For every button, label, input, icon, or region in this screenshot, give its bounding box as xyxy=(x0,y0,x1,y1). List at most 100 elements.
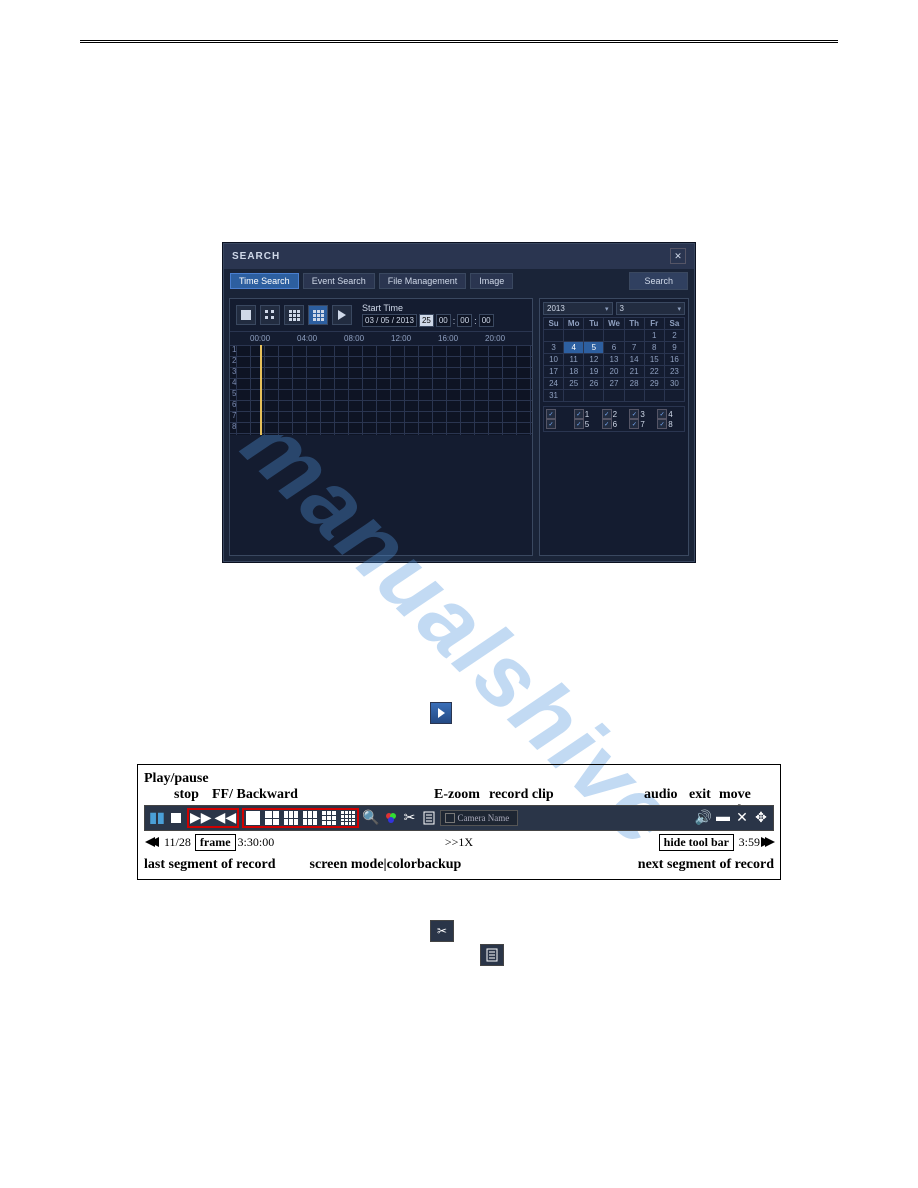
inline-play-icon[interactable] xyxy=(430,702,452,724)
backup-icon[interactable] xyxy=(421,810,437,826)
calendar-day[interactable]: 21 xyxy=(624,366,644,378)
prev-segment-icon[interactable] xyxy=(144,834,160,850)
tab-time-search[interactable]: Time Search xyxy=(230,273,299,289)
calendar-day[interactable]: 27 xyxy=(604,378,624,390)
calendar-day[interactable]: 11 xyxy=(564,354,584,366)
year-select[interactable]: 2013 xyxy=(543,302,613,315)
calendar-day[interactable]: 6 xyxy=(604,342,624,354)
minute-box[interactable]: 00 xyxy=(457,314,472,327)
calendar-day[interactable]: 15 xyxy=(644,354,664,366)
timeline-grid[interactable]: 1 2 3 4 5 6 7 8 xyxy=(230,345,532,435)
calendar-day[interactable] xyxy=(624,330,644,342)
check-ch6[interactable]: ✓6 xyxy=(602,419,627,429)
screen-9-icon[interactable] xyxy=(321,810,337,826)
hour-label: 20:00 xyxy=(485,334,532,343)
pause-icon[interactable]: ▮▮ xyxy=(149,810,165,826)
screen-8-icon[interactable] xyxy=(302,810,318,826)
calendar-day[interactable]: 8 xyxy=(644,342,664,354)
check-ch2[interactable]: ✓2 xyxy=(602,409,627,419)
calendar-day[interactable]: 10 xyxy=(544,354,564,366)
tab-event-search[interactable]: Event Search xyxy=(303,273,375,289)
check-ch5[interactable]: ✓5 xyxy=(574,419,599,429)
calendar-day[interactable]: 13 xyxy=(604,354,624,366)
hide-toolbar-icon[interactable]: ▬ xyxy=(715,810,731,826)
fast-forward-icon[interactable]: ▶▶ xyxy=(190,810,212,826)
screen-1-icon[interactable] xyxy=(245,810,261,826)
check-ch1[interactable]: ✓1 xyxy=(574,409,599,419)
calendar-day[interactable]: 20 xyxy=(604,366,624,378)
view-4x4-button[interactable] xyxy=(308,305,328,325)
calendar-day[interactable]: 7 xyxy=(624,342,644,354)
ezoom-icon[interactable]: 🔍 xyxy=(362,810,379,826)
calendar-day[interactable]: 26 xyxy=(584,378,604,390)
view-2x2-button[interactable] xyxy=(260,305,280,325)
calendar-day[interactable]: 18 xyxy=(564,366,584,378)
calendar-day[interactable] xyxy=(604,390,624,402)
exit-icon[interactable]: ✕ xyxy=(734,810,750,826)
calendar-day[interactable]: 3 xyxy=(544,342,564,354)
second-box[interactable]: 00 xyxy=(479,314,494,327)
check-all-row1[interactable]: ✓ xyxy=(546,409,571,419)
calendar-day[interactable]: 5 xyxy=(584,342,604,354)
calendar-day[interactable]: 12 xyxy=(584,354,604,366)
calendar-day[interactable]: 2 xyxy=(664,330,684,342)
calendar-day[interactable] xyxy=(544,330,564,342)
month-select[interactable]: 3 xyxy=(616,302,686,315)
screen-6-icon[interactable] xyxy=(283,810,299,826)
checkbox-icon[interactable] xyxy=(445,813,455,823)
start-time-value[interactable]: 03 / 05 / 2013 25 00 : 00 : 00 xyxy=(362,314,494,327)
tab-image[interactable]: Image xyxy=(470,273,513,289)
view-3x3-button[interactable] xyxy=(284,305,304,325)
calendar-day[interactable] xyxy=(664,390,684,402)
calendar-day[interactable]: 28 xyxy=(624,378,644,390)
camera-name-box[interactable]: Camera Name xyxy=(440,810,519,826)
calendar-day[interactable]: 14 xyxy=(624,354,644,366)
move-tool-icon[interactable]: ✥ xyxy=(753,810,769,826)
check-ch3[interactable]: ✓3 xyxy=(629,409,654,419)
check-ch8[interactable]: ✓8 xyxy=(657,419,682,429)
calendar-day[interactable]: 1 xyxy=(644,330,664,342)
screen-4-icon[interactable] xyxy=(264,810,280,826)
day-head: Th xyxy=(624,318,644,330)
calendar[interactable]: Su Mo Tu We Th Fr Sa 1234567891011121314… xyxy=(543,317,685,402)
calendar-day[interactable] xyxy=(584,390,604,402)
calendar-day[interactable]: 19 xyxy=(584,366,604,378)
speed-label: >>1X xyxy=(445,835,473,850)
next-segment-icon[interactable] xyxy=(760,834,776,850)
view-1x1-button[interactable] xyxy=(236,305,256,325)
search-button[interactable]: Search xyxy=(629,272,688,290)
play-button[interactable] xyxy=(332,305,352,325)
calendar-day[interactable]: 9 xyxy=(664,342,684,354)
close-icon[interactable]: ✕ xyxy=(670,248,686,264)
calendar-day[interactable] xyxy=(604,330,624,342)
calendar-day[interactable] xyxy=(624,390,644,402)
audio-icon[interactable]: 🔊 xyxy=(695,810,712,826)
day-box[interactable]: 25 xyxy=(419,314,434,327)
calendar-day[interactable] xyxy=(564,390,584,402)
color-icon[interactable] xyxy=(383,810,399,826)
stop-icon[interactable] xyxy=(168,810,184,826)
timeline-marker[interactable] xyxy=(260,345,262,435)
calendar-day[interactable] xyxy=(644,390,664,402)
calendar-day[interactable] xyxy=(584,330,604,342)
calendar-day[interactable]: 24 xyxy=(544,378,564,390)
calendar-day[interactable] xyxy=(564,330,584,342)
check-all-row2[interactable]: ✓ xyxy=(546,419,571,429)
calendar-day[interactable]: 4 xyxy=(564,342,584,354)
check-ch7[interactable]: ✓7 xyxy=(629,419,654,429)
rewind-icon[interactable]: ◀◀ xyxy=(215,810,237,826)
date-box[interactable]: 03 / 05 / 2013 xyxy=(362,314,417,327)
calendar-day[interactable]: 30 xyxy=(664,378,684,390)
record-clip-icon[interactable]: ✂ xyxy=(402,810,418,826)
check-ch4[interactable]: ✓4 xyxy=(657,409,682,419)
screen-16-icon[interactable] xyxy=(340,810,356,826)
calendar-day[interactable]: 23 xyxy=(664,366,684,378)
hour-box[interactable]: 00 xyxy=(436,314,451,327)
calendar-day[interactable]: 16 xyxy=(664,354,684,366)
calendar-day[interactable]: 22 xyxy=(644,366,664,378)
calendar-day[interactable]: 31 xyxy=(544,390,564,402)
calendar-day[interactable]: 29 xyxy=(644,378,664,390)
calendar-day[interactable]: 25 xyxy=(564,378,584,390)
calendar-day[interactable]: 17 xyxy=(544,366,564,378)
tab-file-management[interactable]: File Management xyxy=(379,273,467,289)
